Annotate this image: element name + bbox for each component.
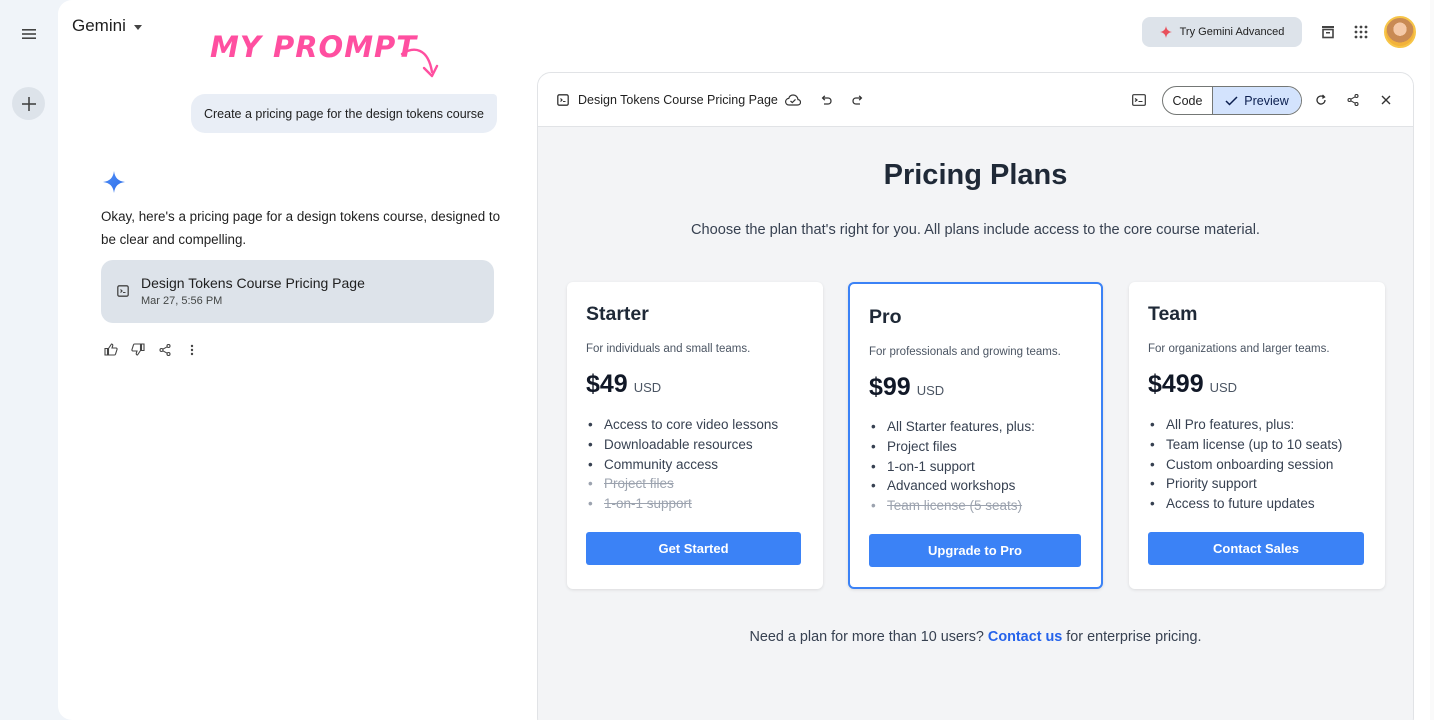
chevron-down-icon — [133, 24, 142, 30]
annotation-text: MY PROMPT — [210, 30, 418, 64]
code-window-icon — [554, 91, 572, 109]
feature-item: Project files — [869, 437, 1035, 457]
canvas-title: Design Tokens Course Pricing Page — [578, 93, 778, 107]
feature-item: Community access — [586, 455, 778, 475]
plan-price: $49 USD — [586, 370, 661, 399]
price-currency: USD — [633, 380, 662, 395]
artifact-card[interactable]: Design Tokens Course Pricing Page Mar 27… — [101, 260, 494, 323]
avatar[interactable] — [1384, 16, 1416, 48]
plan-description: For organizations and larger teams. — [1148, 343, 1330, 355]
feature-list: All Starter features, plus: Project file… — [869, 417, 1035, 516]
canvas-header: Design Tokens Course Pricing Page Code P… — [538, 73, 1413, 127]
window-edge — [1430, 0, 1434, 720]
plan-name: Starter — [586, 303, 649, 325]
artifact-date: Mar 27, 5:56 PM — [141, 295, 223, 307]
user-prompt: Create a pricing page for the design tok… — [191, 94, 497, 133]
new-chat-button[interactable] — [12, 87, 45, 120]
pricing-subtitle: Choose the plan that's right for you. Al… — [690, 222, 1260, 238]
feature-item: All Pro features, plus: — [1148, 415, 1342, 435]
redo-icon[interactable] — [849, 91, 867, 109]
gemini-sparkle-icon — [103, 171, 125, 193]
artifact-title: Design Tokens Course Pricing Page — [141, 275, 365, 291]
canvas-panel: Design Tokens Course Pricing Page Code P… — [537, 72, 1414, 720]
price-amount: $99 — [869, 373, 911, 401]
preview-label: Preview — [1244, 93, 1289, 108]
contact-us-link[interactable]: Contact us — [988, 629, 1062, 645]
cloud-saved-icon[interactable] — [784, 91, 802, 109]
feature-item: 1-on-1 support — [869, 457, 1035, 477]
contact-sales-button[interactable]: Contact Sales — [1148, 532, 1364, 565]
enterprise-note: Need a plan for more than 10 users? Cont… — [538, 629, 1413, 645]
apps-grid-icon[interactable] — [1349, 20, 1373, 44]
check-icon — [1225, 95, 1238, 106]
plan-name: Team — [1148, 303, 1198, 325]
plan-card-starter: Starter For individuals and small teams.… — [567, 282, 823, 589]
pricing-title: Pricing Plans — [883, 159, 1068, 191]
refresh-icon[interactable] — [1312, 91, 1330, 109]
feature-item: Downloadable resources — [586, 435, 778, 455]
assistant-answer: Okay, here's a pricing page for a design… — [101, 209, 501, 247]
feature-item-excluded: Project files — [586, 474, 778, 494]
close-icon[interactable] — [1377, 91, 1395, 109]
plan-price: $499 USD — [1148, 370, 1237, 399]
saved-items-icon[interactable] — [1316, 20, 1340, 44]
footer-text-post: for enterprise pricing. — [1066, 629, 1202, 645]
try-advanced-button[interactable]: Try Gemini Advanced — [1142, 17, 1302, 47]
price-currency: USD — [916, 383, 945, 398]
price-currency: USD — [1209, 380, 1238, 395]
feature-item: Priority support — [1148, 474, 1342, 494]
menu-icon[interactable] — [17, 22, 41, 46]
feature-item: Custom onboarding session — [1148, 455, 1342, 475]
share-icon[interactable] — [156, 341, 173, 358]
feature-list: Access to core video lessons Downloadabl… — [586, 415, 778, 514]
feature-item-excluded: 1-on-1 support — [586, 494, 778, 514]
feature-list: All Pro features, plus: Team license (up… — [1148, 415, 1342, 514]
console-icon[interactable] — [1130, 91, 1148, 109]
annotation-arrow-icon — [400, 48, 439, 78]
feature-item: Advanced workshops — [869, 476, 1035, 496]
price-amount: $49 — [586, 370, 628, 398]
footer-text-pre: Need a plan for more than 10 users? — [749, 629, 984, 645]
upgrade-to-pro-button[interactable]: Upgrade to Pro — [869, 534, 1081, 567]
left-rail — [0, 0, 58, 720]
plan-card-pro: Pro For professionals and growing teams.… — [848, 282, 1103, 589]
share-icon[interactable] — [1344, 91, 1362, 109]
plan-description: For professionals and growing teams. — [869, 346, 1061, 358]
feature-item-excluded: Team license (5 seats) — [869, 496, 1035, 516]
feature-item: Access to core video lessons — [586, 415, 778, 435]
code-preview-toggle: Code Preview — [1162, 86, 1302, 115]
plan-description: For individuals and small teams. — [586, 343, 751, 355]
undo-icon[interactable] — [817, 91, 835, 109]
plan-card-team: Team For organizations and larger teams.… — [1129, 282, 1385, 589]
app-title: Gemini — [72, 16, 126, 35]
thumbs-down-icon[interactable] — [129, 341, 146, 358]
sparkle-icon — [1159, 26, 1172, 38]
code-window-icon — [117, 285, 129, 297]
get-started-button[interactable]: Get Started — [586, 532, 801, 565]
model-switcher[interactable]: Gemini — [72, 16, 142, 36]
try-advanced-label: Try Gemini Advanced — [1179, 26, 1285, 38]
more-options-icon[interactable] — [183, 341, 200, 358]
price-amount: $499 — [1148, 370, 1204, 398]
response-actions — [102, 341, 200, 358]
code-tab[interactable]: Code — [1163, 87, 1213, 114]
feature-item: Access to future updates — [1148, 494, 1342, 514]
thumbs-up-icon[interactable] — [102, 341, 119, 358]
feature-item: All Starter features, plus: — [869, 417, 1035, 437]
plan-price: $99 USD — [869, 373, 944, 402]
plan-name: Pro — [869, 306, 902, 328]
feature-item: Team license (up to 10 seats) — [1148, 435, 1342, 455]
preview-tab[interactable]: Preview — [1213, 87, 1301, 114]
